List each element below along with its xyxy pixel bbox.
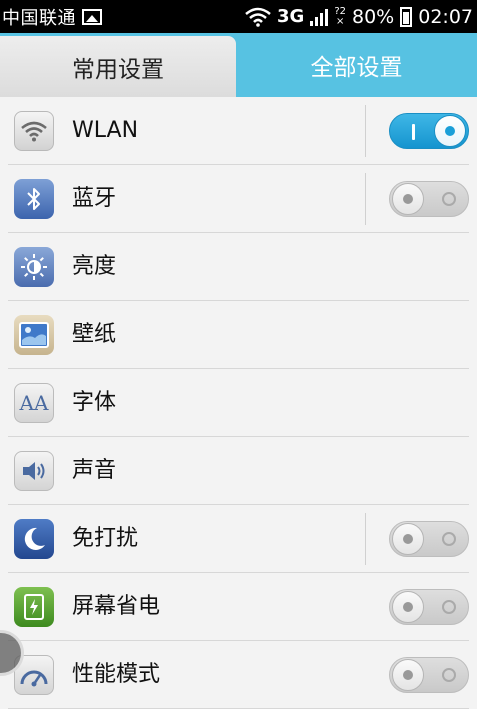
- setting-row-wlan[interactable]: WLAN: [8, 97, 469, 165]
- sim-icon: ?2 ×: [334, 5, 346, 27]
- battery-percent: 80%: [352, 5, 395, 28]
- divider: [365, 513, 366, 565]
- battery-icon: [400, 6, 413, 27]
- tab-all-settings[interactable]: 全部设置: [236, 33, 477, 97]
- setting-row-sound[interactable]: 声音: [8, 437, 469, 505]
- do-not-disturb-toggle[interactable]: [389, 521, 469, 557]
- setting-row-performance[interactable]: 性能模式: [8, 641, 469, 709]
- setting-row-font[interactable]: AA 字体: [8, 369, 469, 437]
- setting-label: 免打扰: [72, 526, 139, 551]
- status-bar-right: 3G ?2 × 80% 02:07: [245, 6, 477, 28]
- clock: 02:07: [418, 5, 473, 28]
- screen-saver-toggle[interactable]: [389, 589, 469, 625]
- network-type: 3G: [277, 6, 305, 27]
- toggle-off-mark: [442, 668, 456, 682]
- divider: [365, 105, 366, 157]
- toggle-knob: [392, 183, 424, 215]
- setting-label: 声音: [72, 458, 117, 483]
- toggle-knob: [392, 659, 424, 691]
- toggle-on-mark: [412, 124, 415, 140]
- bluetooth-toggle[interactable]: [389, 181, 469, 217]
- toggle-off-mark: [442, 532, 456, 546]
- wallpaper-icon: [14, 315, 54, 355]
- setting-label: WLAN: [72, 118, 139, 143]
- battery-saver-icon: [14, 587, 54, 627]
- performance-toggle[interactable]: [389, 657, 469, 693]
- toggle-off-mark: [442, 192, 456, 206]
- wifi-icon: [245, 7, 271, 27]
- setting-label: 字体: [72, 390, 117, 415]
- bluetooth-icon: [14, 179, 54, 219]
- setting-label: 亮度: [72, 254, 117, 279]
- tab-common-settings[interactable]: 常用设置: [0, 36, 236, 97]
- setting-row-bluetooth[interactable]: 蓝牙: [8, 165, 469, 233]
- settings-tabs: 常用设置 全部设置: [0, 33, 477, 97]
- setting-label: 性能模式: [72, 662, 161, 687]
- toggle-knob: [434, 115, 466, 147]
- setting-label: 蓝牙: [72, 186, 117, 211]
- font-icon: AA: [14, 383, 54, 423]
- setting-row-do-not-disturb[interactable]: 免打扰: [8, 505, 469, 573]
- setting-label: 壁纸: [72, 322, 117, 347]
- image-icon: [82, 8, 102, 25]
- toggle-off-mark: [442, 600, 456, 614]
- carrier-name: 中国联通: [2, 7, 76, 29]
- divider: [365, 173, 366, 225]
- toggle-knob: [392, 591, 424, 623]
- setting-row-brightness[interactable]: 亮度: [8, 233, 469, 301]
- settings-list: WLAN 蓝牙 亮度 壁纸 AA 字体 声音 免打扰 屏幕省电 性能模式: [0, 97, 477, 709]
- signal-icon: [310, 8, 329, 26]
- brightness-icon: [14, 247, 54, 287]
- setting-row-screen-saver[interactable]: 屏幕省电: [8, 573, 469, 641]
- wifi-icon: [14, 111, 54, 151]
- setting-row-wallpaper[interactable]: 壁纸: [8, 301, 469, 369]
- toggle-knob: [392, 523, 424, 555]
- moon-icon: [14, 519, 54, 559]
- wlan-toggle[interactable]: [389, 113, 469, 149]
- speaker-icon: [14, 451, 54, 491]
- setting-label: 屏幕省电: [72, 594, 161, 619]
- status-bar: 中国联通 3G ?2 × 80% 02:07: [0, 0, 477, 33]
